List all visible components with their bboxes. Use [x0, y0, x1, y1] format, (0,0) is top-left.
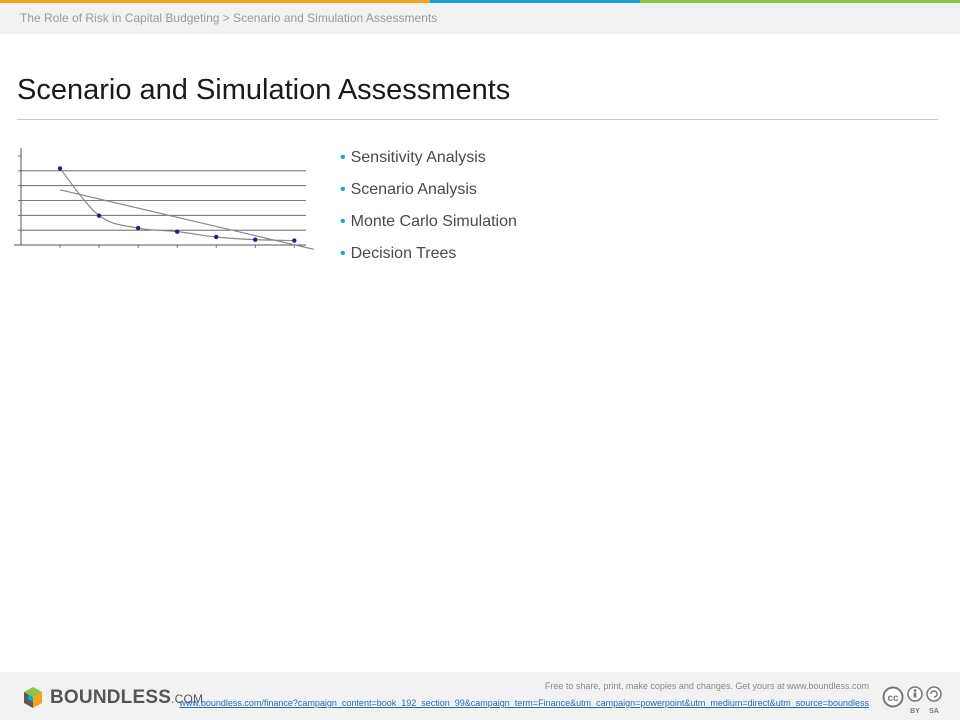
- bullet-text: Decision Trees: [350, 245, 457, 262]
- bullet-text: Monte Carlo Simulation: [350, 213, 517, 230]
- chart-point: [57, 166, 63, 171]
- sa-label: SA: [929, 708, 939, 715]
- title-divider: [17, 119, 938, 120]
- share-alike-icon: [926, 686, 942, 702]
- chart-point: [292, 238, 297, 243]
- header-bar: The Role of Risk in Capital Budgeting > …: [0, 0, 960, 34]
- cube-logo-icon: [24, 687, 42, 708]
- chart-trendline: [59, 189, 314, 251]
- slide-title: Scenario and Simulation Assessments: [17, 74, 511, 106]
- stripe-orange: [0, 0, 430, 3]
- boundless-logo[interactable]: BOUNDLESS.COM: [22, 686, 203, 710]
- header-color-stripes: [0, 0, 960, 3]
- cc-license-badge[interactable]: cc BY SA: [882, 686, 944, 716]
- by-label: BY: [910, 708, 920, 715]
- bullet-dot: •: [340, 213, 346, 230]
- license-text: Free to share, print, make copies and ch…: [544, 681, 869, 691]
- stripe-green: [640, 0, 960, 3]
- source-link[interactable]: www.boundless.com/finance?campaign_conte…: [178, 697, 869, 709]
- bullet-item: • Sensitivity Analysis: [340, 148, 517, 180]
- logo-word: BOUNDLESS: [50, 687, 172, 708]
- chart-point: [96, 213, 102, 218]
- scatter-chart: [14, 148, 314, 251]
- breadcrumb[interactable]: The Role of Risk in Capital Budgeting > …: [20, 11, 437, 25]
- bullet-dot: •: [340, 149, 346, 166]
- chart-point: [214, 234, 219, 240]
- bullet-item: • Decision Trees: [340, 244, 517, 276]
- attribution-icon: [907, 686, 923, 702]
- bullet-dot: •: [340, 245, 346, 262]
- chart-point: [174, 229, 180, 234]
- bullet-item: • Monte Carlo Simulation: [340, 212, 517, 244]
- chart-point: [135, 225, 141, 231]
- chart-point: [253, 237, 258, 242]
- svg-text:cc: cc: [887, 693, 899, 704]
- stripe-blue: [430, 0, 640, 3]
- cc-icon: cc: [882, 686, 904, 708]
- bullet-text: Sensitivity Analysis: [350, 149, 486, 166]
- bullet-item: • Scenario Analysis: [340, 180, 517, 212]
- bullet-dot: •: [340, 181, 346, 198]
- bullet-text: Scenario Analysis: [350, 181, 477, 198]
- bullet-list: • Sensitivity Analysis • Scenario Analysis…: [340, 148, 517, 276]
